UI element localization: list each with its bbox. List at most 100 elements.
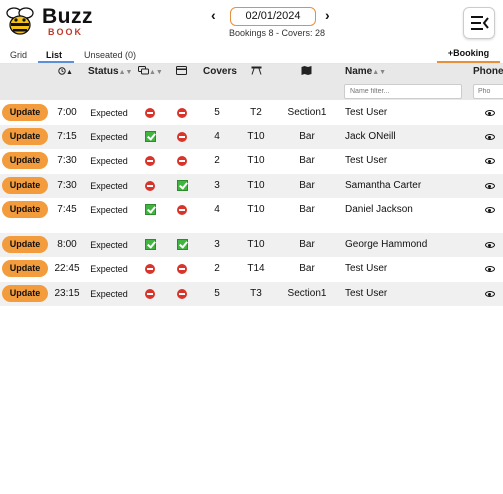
table-row[interactable]: Update 7:30 Expected 2 T10 Bar Test User [0, 149, 503, 173]
phone-header[interactable]: Phone [473, 66, 503, 77]
card-icon [176, 66, 187, 75]
tab-unseated[interactable]: Unseated (0) [84, 50, 136, 60]
bee-icon [6, 7, 34, 35]
booking-table: T10 [247, 180, 265, 191]
no-entry-icon [145, 289, 155, 299]
logo[interactable]: Buzz BOOK [4, 5, 93, 38]
booking-status: Expected [90, 205, 128, 215]
booking-covers: 2 [214, 263, 220, 274]
eye-icon[interactable] [485, 242, 495, 248]
table-row[interactable]: Update 8:00 Expected 3 T10 Bar George Hammond [0, 233, 503, 257]
menu-button[interactable] [463, 7, 495, 39]
status-header[interactable]: Status▲▼ [88, 66, 132, 77]
table-row[interactable]: Update 22:45 Expected 2 T14 Bar Test User [0, 257, 503, 281]
booking-status: Expected [90, 289, 128, 299]
no-entry-icon [177, 289, 187, 299]
table-row[interactable]: Update 23:15 Expected 5 T3 Section1 Test User [0, 282, 503, 306]
no-entry-icon [177, 132, 187, 142]
guest-name: Samantha Carter [345, 180, 422, 191]
date-navigation: ‹ 02/01/2024 › [207, 6, 337, 28]
update-button[interactable]: Update [2, 201, 48, 218]
guest-name: Test User [345, 263, 388, 274]
booking-time: 7:15 [57, 131, 77, 142]
tab-list[interactable]: List [46, 50, 62, 60]
payment-header[interactable] [176, 66, 187, 78]
update-button[interactable]: Update [2, 152, 48, 169]
app-subtitle: BOOK [48, 27, 83, 37]
active-tab-indicator [38, 61, 74, 63]
booking-covers: 4 [214, 131, 220, 142]
date-field[interactable]: 02/01/2024 [230, 7, 316, 26]
booking-area: Bar [299, 204, 315, 215]
sort-icon: ▲▼ [372, 69, 387, 76]
eye-icon[interactable] [485, 266, 495, 272]
table-row[interactable]: Update 7:45 Expected 4 T10 Bar Daniel Jackson [0, 198, 503, 222]
booking-status: Expected [90, 181, 128, 191]
table-row[interactable]: Update 7:00 Expected 5 T2 Section1 Test User [0, 101, 503, 125]
no-entry-icon [177, 264, 187, 274]
check-icon [145, 239, 156, 250]
booking-table: T10 [247, 155, 265, 166]
booking-area: Bar [299, 180, 315, 191]
name-filter-input[interactable] [344, 84, 462, 99]
booking-covers: 3 [214, 239, 220, 250]
next-day-button[interactable]: › [325, 7, 330, 23]
update-button[interactable]: Update [2, 236, 48, 253]
guest-name: Test User [345, 155, 388, 166]
guest-name: George Hammond [345, 239, 428, 250]
phone-filter-input[interactable] [473, 84, 503, 99]
covers-header[interactable]: Covers [203, 66, 237, 77]
guest-name: Jack ONeill [345, 131, 396, 142]
booking-status: Expected [90, 156, 128, 166]
eye-icon[interactable] [485, 183, 495, 189]
no-entry-icon [177, 205, 187, 215]
booking-time: 7:45 [57, 204, 77, 215]
prev-day-button[interactable]: ‹ [211, 7, 216, 23]
update-button[interactable]: Update [2, 177, 48, 194]
booking-time: 7:30 [57, 180, 77, 191]
table-row[interactable]: Update 7:15 Expected 4 T10 Bar Jack ONeill [0, 125, 503, 149]
table-header-cell[interactable] [251, 66, 262, 78]
chat-icon [138, 66, 149, 75]
no-entry-icon [145, 181, 155, 191]
add-booking-button[interactable]: +Booking [437, 48, 500, 63]
header: Buzz BOOK ‹ 02/01/2024 › Bookings 8 - Co… [0, 0, 503, 46]
update-button[interactable]: Update [2, 260, 48, 277]
table-header: ▲ Status▲▼ ▲▼ Covers Name▲▼ Phone [0, 64, 503, 100]
booking-time: 22:45 [54, 263, 80, 274]
tab-grid[interactable]: Grid [10, 50, 27, 60]
update-button[interactable]: Update [2, 128, 48, 145]
time-sort-header[interactable]: ▲ [58, 66, 73, 77]
name-header[interactable]: Name▲▼ [345, 66, 386, 77]
no-entry-icon [145, 108, 155, 118]
area-header[interactable] [301, 66, 312, 78]
table-icon [251, 66, 262, 75]
table-row[interactable]: Update 7:30 Expected 3 T10 Bar Samantha Carter [0, 174, 503, 198]
booking-covers: 5 [214, 107, 220, 118]
booking-status: Expected [90, 240, 128, 250]
eye-icon[interactable] [485, 110, 495, 116]
no-entry-icon [177, 108, 187, 118]
booking-table: T3 [250, 288, 262, 299]
booking-time: 23:15 [54, 288, 80, 299]
booking-table: T10 [247, 131, 265, 142]
guest-name: Test User [345, 107, 388, 118]
no-entry-icon [177, 156, 187, 166]
booking-table: T2 [250, 107, 262, 118]
eye-icon[interactable] [485, 158, 495, 164]
check-icon [177, 239, 188, 250]
booking-time: 7:00 [57, 107, 77, 118]
app-name: Buzz [42, 5, 93, 28]
eye-icon[interactable] [485, 291, 495, 297]
update-button[interactable]: Update [2, 104, 48, 121]
notes-header[interactable]: ▲▼ [138, 66, 163, 77]
booking-table: T10 [247, 204, 265, 215]
menu-icon [471, 16, 489, 30]
update-button[interactable]: Update [2, 285, 48, 302]
guest-name: Test User [345, 288, 388, 299]
booking-area: Bar [299, 239, 315, 250]
eye-icon[interactable] [485, 207, 495, 213]
bookings-summary: Bookings 8 - Covers: 28 [228, 28, 326, 38]
eye-icon[interactable] [485, 134, 495, 140]
booking-time: 8:00 [57, 239, 77, 250]
